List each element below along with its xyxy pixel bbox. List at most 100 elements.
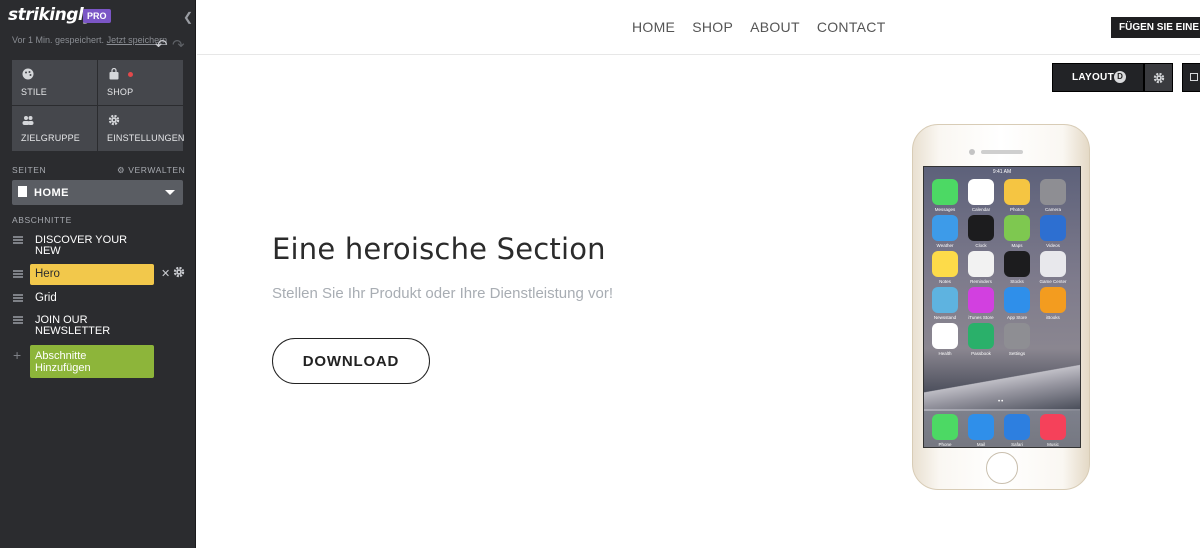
phone-app-icon: Maps xyxy=(1004,215,1030,248)
phone-app-icon: Clock xyxy=(968,215,994,248)
undo-icon[interactable]: ↶ xyxy=(155,36,168,54)
download-button-label: DOWNLOAD xyxy=(302,353,400,370)
nav-link-contact[interactable]: CONTACT xyxy=(817,19,886,35)
phone-app-label: Maps xyxy=(1011,243,1023,248)
section-item-label: Hero xyxy=(35,268,60,280)
phone-screen: 9:41 AM Messages Calendar Photos Camera Weat… xyxy=(923,166,1081,448)
nav-link-home[interactable]: HOME xyxy=(632,19,675,35)
phone-app-label: Music xyxy=(1047,442,1059,447)
tool-tiles: STILE SHOP ZIELGRUPPE EINSTELLUNGEN xyxy=(12,60,185,152)
gear-icon xyxy=(108,114,120,126)
save-status: Vor 1 Min. gespeichert. Jetzt speichern xyxy=(12,35,167,46)
pro-badge: PRO xyxy=(83,9,111,23)
people-icon xyxy=(22,116,34,125)
palette-icon xyxy=(22,68,34,80)
phone-app-icon: Weather xyxy=(932,215,958,248)
nav-link-about[interactable]: ABOUT xyxy=(750,19,800,35)
phone-dock-apps: Phone Mail Safari Music xyxy=(932,414,1066,447)
phone-app-label: Messages xyxy=(934,207,956,212)
phone-app-icon: Music xyxy=(1040,414,1066,447)
section-item-label: DISCOVER YOUR NEW xyxy=(35,234,128,257)
tile-settings[interactable]: EINSTELLUNGEN xyxy=(98,106,185,151)
tile-audience[interactable]: ZIELGRUPPE xyxy=(12,106,97,151)
nav-link-shop[interactable]: SHOP xyxy=(692,19,733,35)
shopping-bag-icon xyxy=(109,68,119,80)
drag-handle-icon[interactable] xyxy=(13,270,23,278)
phone-app-label: Calendar xyxy=(971,207,991,212)
download-button[interactable]: DOWNLOAD xyxy=(272,338,430,384)
phone-app-icon: Videos xyxy=(1040,215,1066,248)
gear-icon[interactable] xyxy=(173,266,185,278)
drag-handle-icon[interactable] xyxy=(13,316,23,324)
phone-app-grid: Messages Calendar Photos Camera Weather Clock… xyxy=(932,179,1067,356)
collapse-sidebar-icon[interactable]: ❮ xyxy=(183,10,193,24)
phone-app-icon: Phone xyxy=(932,414,958,447)
editor-sidebar: strikingly PRO ❮ Vor 1 Min. gespeichert.… xyxy=(0,0,196,548)
close-icon[interactable]: ✕ xyxy=(161,267,170,280)
section-item-hero[interactable]: Hero xyxy=(30,264,154,285)
phone-home-button xyxy=(986,452,1018,484)
phone-camera xyxy=(969,149,975,155)
phone-app-label: Camera xyxy=(1044,207,1061,212)
phone-app-icon: Photos xyxy=(1004,179,1030,212)
plus-icon: + xyxy=(13,347,22,363)
phone-speaker xyxy=(981,150,1023,154)
pages-label: SEITEN xyxy=(12,165,47,175)
current-page-label: HOME xyxy=(34,187,69,199)
phone-app-label: Reminders xyxy=(970,279,992,284)
phone-status-time: 9:41 AM xyxy=(992,169,1012,175)
phone-app-icon: iTunes Store xyxy=(968,287,994,320)
page-icon xyxy=(18,186,27,197)
phone-app-icon: Stocks xyxy=(1004,251,1030,284)
drag-handle-icon[interactable] xyxy=(13,294,23,302)
manage-pages-label: VERWALTEN xyxy=(128,165,186,175)
tile-shop[interactable]: SHOP xyxy=(98,60,183,105)
phone-app-label: App Store xyxy=(1006,315,1027,320)
phone-app-label: Phone xyxy=(938,442,952,447)
phone-app-label: Health xyxy=(938,351,952,356)
nav-links: HOME SHOP ABOUT CONTACT xyxy=(632,19,886,35)
phone-app-label: Clock xyxy=(975,243,987,248)
tile-settings-label: EINSTELLUNGEN xyxy=(107,133,185,143)
gear-icon: ⚙ xyxy=(117,165,126,175)
phone-app-icon: Safari xyxy=(1004,414,1030,447)
page-selector[interactable]: HOME xyxy=(12,180,183,205)
phone-app-label: Settings xyxy=(1008,351,1026,356)
hero-title[interactable]: Eine heroische Section xyxy=(272,232,606,266)
phone-app-icon: Reminders xyxy=(968,251,994,284)
tile-styles[interactable]: STILE xyxy=(12,60,97,105)
redo-icon[interactable]: ↷ xyxy=(172,36,185,54)
phone-app-icon: App Store xyxy=(1004,287,1030,320)
drag-handle-icon[interactable] xyxy=(13,236,23,244)
phone-image[interactable]: 9:41 AM Messages Calendar Photos Camera Weat… xyxy=(912,124,1090,490)
strikingly-logo: strikingly xyxy=(8,5,94,25)
manage-pages-link[interactable]: ⚙ VERWALTEN xyxy=(117,165,185,176)
phone-app-label: Notes xyxy=(939,279,951,284)
phone-app-label: Weather xyxy=(936,243,954,248)
phone-app-icon: Notes xyxy=(932,251,958,284)
hero-subtitle[interactable]: Stellen Sie Ihr Produkt oder Ihre Dienst… xyxy=(272,285,613,302)
phone-app-label: Videos xyxy=(1046,243,1060,248)
section-item-label: JOIN OUR NEWSLETTER xyxy=(35,314,111,337)
phone-app-label: Mail xyxy=(976,442,986,447)
phone-app-icon: Camera xyxy=(1040,179,1066,212)
phone-app-icon: Calendar xyxy=(968,179,994,212)
phone-app-icon: Passbook xyxy=(968,323,994,356)
phone-app-icon: Game Center xyxy=(1039,251,1067,284)
site-navigation: HOME SHOP ABOUT CONTACT FÜGEN SIE EINE xyxy=(197,0,1200,55)
editor-root: strikingly PRO ❮ Vor 1 Min. gespeichert.… xyxy=(0,0,1200,548)
add-section-button[interactable]: Abschnitte Hinzufügen xyxy=(30,345,154,378)
phone-app-label: Passbook xyxy=(971,351,991,356)
layout-button[interactable]: LAYOUT D xyxy=(1052,63,1144,92)
phone-app-label: Safari xyxy=(1011,442,1023,447)
phone-app-label: iBooks xyxy=(1046,315,1060,320)
add-nav-item-button[interactable]: FÜGEN SIE EINE xyxy=(1111,17,1200,38)
add-section-label: Abschnitte Hinzufügen xyxy=(35,350,91,374)
gear-icon xyxy=(1153,72,1165,84)
phone-app-label: Game Center xyxy=(1039,279,1067,284)
section-settings-button[interactable] xyxy=(1144,63,1173,92)
phone-app-label: Newsstand xyxy=(933,315,957,320)
phone-app-icon: Newsstand xyxy=(932,287,958,320)
layout-label: LAYOUT xyxy=(1072,72,1114,83)
section-extra-button[interactable] xyxy=(1182,63,1200,92)
